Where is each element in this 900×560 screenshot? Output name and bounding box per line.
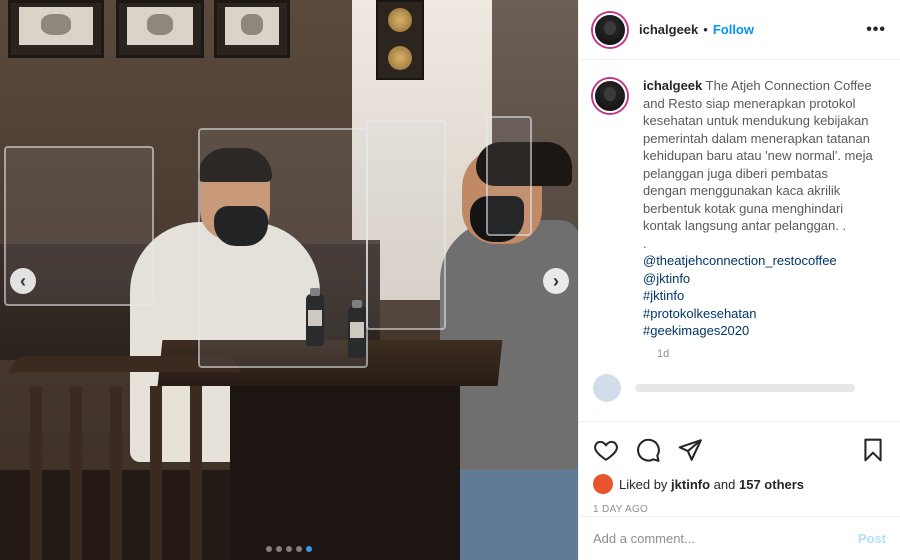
carousel-prev-button[interactable]: ‹ <box>10 268 36 294</box>
post-comment-button[interactable]: Post <box>858 531 886 546</box>
carousel-dot <box>306 546 312 552</box>
follow-button[interactable]: Follow <box>713 22 754 37</box>
more-options-button[interactable]: ••• <box>866 21 886 39</box>
avatar[interactable] <box>593 12 627 47</box>
caption-tag[interactable]: #jktinfo <box>643 287 875 305</box>
likes-summary: Liked by jktinfo and 157 others <box>593 474 886 494</box>
post-photo[interactable]: ‹ › <box>0 0 578 560</box>
caption-timestamp: 1d <box>657 347 670 360</box>
comments-section[interactable]: ichalgeek The Atjeh Connection Coffee an… <box>579 61 900 421</box>
post-panel: ichalgeek • Follow ••• ichalgeek The Atj… <box>578 0 900 560</box>
share-icon[interactable] <box>677 437 703 463</box>
post-date[interactable]: 1 DAY AGO <box>593 504 886 515</box>
photo-wall-clock <box>376 0 424 80</box>
photo-acrylic-divider <box>198 128 368 368</box>
liker-username[interactable]: jktinfo <box>671 477 710 492</box>
partial-comment <box>593 373 886 402</box>
photo-frame <box>8 0 104 58</box>
carousel-dot <box>266 546 272 552</box>
likes-prefix: Liked by <box>619 476 668 492</box>
chevron-right-icon: › <box>553 271 559 291</box>
comment-avatar <box>593 373 621 402</box>
photo-frame <box>116 0 204 58</box>
chevron-left-icon: ‹ <box>20 271 26 291</box>
comment-input[interactable] <box>593 531 858 546</box>
carousel-indicator <box>266 546 312 552</box>
caption-tag[interactable]: @jktinfo <box>643 270 875 288</box>
photo-frame <box>214 0 290 58</box>
caption-tag[interactable]: #geekimages2020 <box>643 322 875 340</box>
carousel-dot <box>276 546 282 552</box>
caption: ichalgeek The Atjeh Connection Coffee an… <box>593 77 886 340</box>
photo-acrylic-divider <box>486 116 532 236</box>
add-comment-bar: Post <box>579 516 900 560</box>
caption-username[interactable]: ichalgeek <box>643 78 702 93</box>
caption-avatar[interactable] <box>593 79 627 113</box>
likes-and: and <box>713 476 736 492</box>
post-header: ichalgeek • Follow ••• <box>579 0 900 60</box>
caption-tag[interactable]: #protokolkesehatan <box>643 305 875 323</box>
photo-acrylic-divider <box>366 120 446 330</box>
post-actions: Liked by jktinfo and 157 others 1 DAY AG… <box>579 421 900 515</box>
caption-text: ichalgeek The Atjeh Connection Coffee an… <box>643 77 875 340</box>
caption-body: The Atjeh Connection Coffee and Resto si… <box>643 78 873 233</box>
caption-dot: . <box>643 235 647 251</box>
caption-tag[interactable]: @theatjehconnection_restocoffee <box>643 252 875 270</box>
carousel-dot <box>296 546 302 552</box>
bookmark-icon[interactable] <box>860 437 886 463</box>
header-separator: • <box>703 22 708 37</box>
likes-others-link[interactable]: 157 others <box>739 477 804 492</box>
action-icons <box>593 430 886 470</box>
liker-avatar[interactable] <box>593 474 613 494</box>
comment-text-placeholder <box>635 383 855 392</box>
photo-chair <box>10 356 240 560</box>
photo-table-base <box>230 386 460 560</box>
comment-icon[interactable] <box>635 437 661 463</box>
carousel-dot <box>286 546 292 552</box>
post-username[interactable]: ichalgeek <box>639 22 698 37</box>
carousel-next-button[interactable]: › <box>543 268 569 294</box>
heart-icon[interactable] <box>593 437 619 463</box>
